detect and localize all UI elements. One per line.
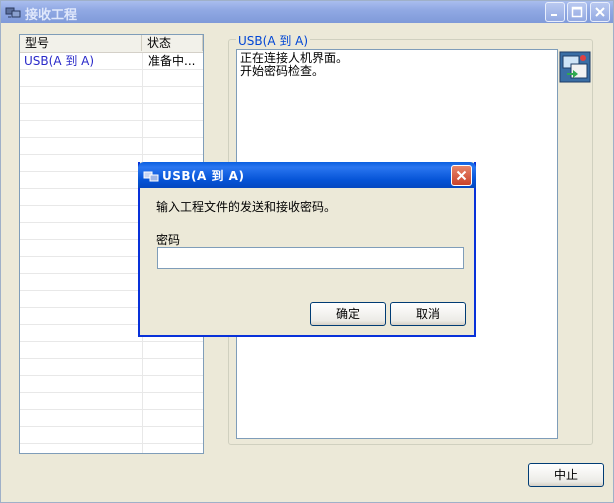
window-titlebar[interactable]: 接收工程 (1, 1, 613, 23)
dialog-title: USB(A 到 A) (162, 169, 245, 183)
dialog-titlebar[interactable]: USB(A 到 A) (138, 162, 476, 188)
password-field[interactable] (157, 247, 464, 269)
transfer-app-icon (143, 169, 159, 183)
hmi-transfer-icon (559, 51, 591, 83)
list-item-model: USB(A 到 A) (24, 54, 95, 68)
minimize-icon (551, 14, 557, 16)
dialog-message: 输入工程文件的发送和接收密码。 (156, 200, 337, 214)
password-label: 密码 (156, 233, 181, 247)
close-icon (456, 170, 467, 181)
maximize-icon (571, 6, 583, 18)
receive-project-window: 接收工程 型号 状态 USB(A 到 A) 准备中... USB(A 到 A) … (0, 0, 614, 503)
list-item-status: 准备中... (148, 54, 196, 68)
minimize-button[interactable] (545, 2, 565, 22)
window-close-button[interactable] (590, 2, 610, 22)
column-header-model[interactable]: 型号 (20, 35, 142, 51)
list-header: 型号 状态 (20, 35, 203, 53)
cancel-button[interactable]: 取消 (390, 302, 466, 326)
list-item[interactable]: USB(A 到 A) 准备中... (20, 53, 203, 69)
maximize-button[interactable] (567, 2, 587, 22)
connection-group-label: USB(A 到 A) (236, 32, 311, 49)
password-dialog: USB(A 到 A) 输入工程文件的发送和接收密码。 密码 确定 取消 (138, 162, 476, 337)
ok-button[interactable]: 确定 (310, 302, 386, 326)
column-header-status[interactable]: 状态 (142, 35, 203, 51)
log-line: 开始密码检查。 (240, 64, 325, 78)
close-icon (595, 7, 605, 17)
window-title: 接收工程 (25, 8, 78, 23)
stop-button[interactable]: 中止 (528, 463, 604, 487)
dialog-close-button[interactable] (451, 165, 472, 186)
transfer-app-icon (5, 5, 21, 19)
